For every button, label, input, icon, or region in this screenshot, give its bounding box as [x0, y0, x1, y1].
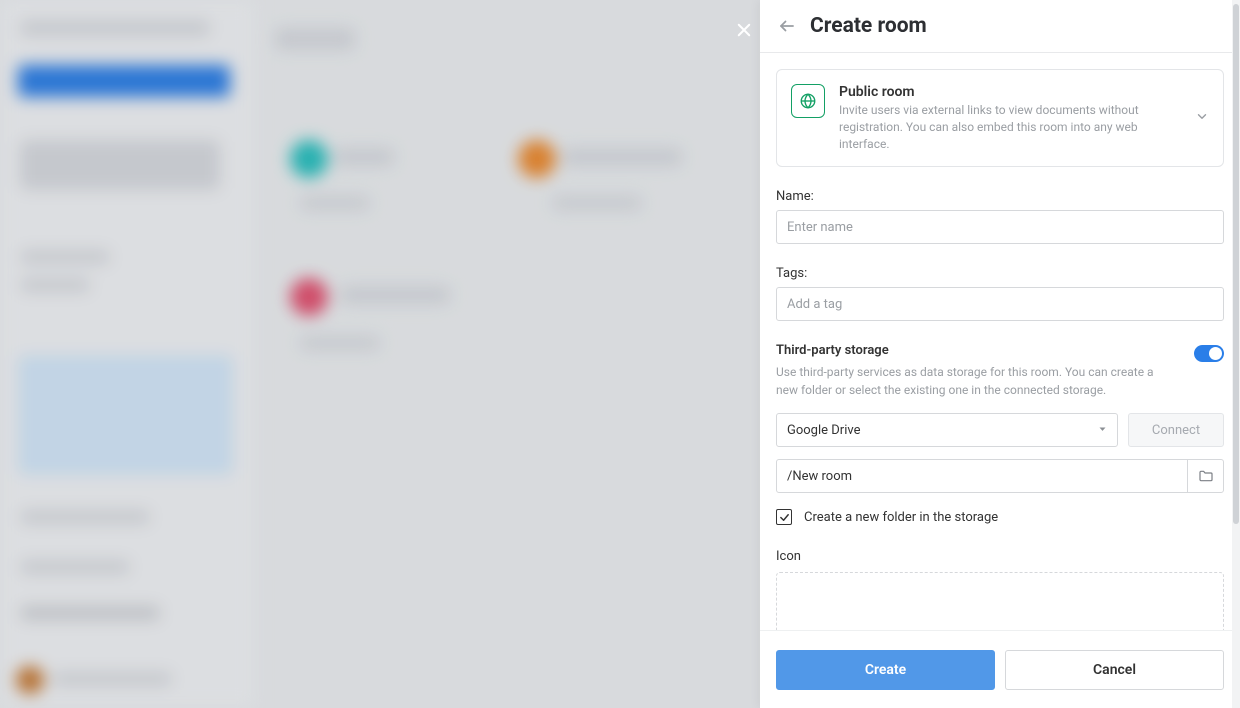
create-button-label: Create	[865, 662, 906, 678]
scrollbar-thumb[interactable]	[1233, 4, 1239, 524]
tags-input[interactable]	[776, 287, 1224, 321]
storage-provider-selected: Google Drive	[787, 423, 860, 438]
create-button[interactable]: Create	[776, 650, 995, 690]
name-label: Name:	[776, 189, 1224, 204]
scrollbar-track[interactable]	[1232, 0, 1240, 708]
globe-icon	[791, 84, 825, 118]
third-party-storage-toggle[interactable]	[1194, 345, 1224, 362]
caret-down-icon	[1098, 423, 1107, 438]
icon-section-label: Icon	[776, 549, 1224, 564]
storage-path-row	[776, 459, 1224, 493]
close-icon[interactable]	[732, 18, 756, 42]
room-name-input[interactable]	[776, 210, 1224, 244]
storage-path-input[interactable]	[777, 460, 1187, 492]
cancel-button-label: Cancel	[1093, 662, 1136, 678]
room-type-description: Invite users via external links to view …	[839, 102, 1179, 152]
connect-button-label: Connect	[1152, 423, 1200, 438]
third-party-storage-label: Third-party storage	[776, 343, 1178, 358]
connect-button[interactable]: Connect	[1128, 413, 1224, 447]
panel-header: Create room	[760, 0, 1240, 53]
room-type-card[interactable]: Public room Invite users via external li…	[776, 69, 1224, 167]
back-arrow-icon[interactable]	[776, 15, 798, 37]
create-new-folder-label: Create a new folder in the storage	[804, 510, 998, 525]
create-room-panel: Create room Public room Invite users via…	[760, 0, 1240, 708]
chevron-down-icon[interactable]	[1195, 109, 1209, 128]
storage-provider-select[interactable]: Google Drive	[776, 413, 1118, 447]
icon-dropzone[interactable]: Select new image or drop file here	[776, 572, 1224, 630]
third-party-storage-description: Use third-party services as data storage…	[776, 364, 1178, 399]
create-new-folder-checkbox[interactable]	[776, 509, 792, 525]
panel-body: Public room Invite users via external li…	[760, 53, 1240, 630]
tags-label: Tags:	[776, 266, 1224, 281]
panel-title: Create room	[810, 14, 927, 38]
folder-picker-button[interactable]	[1187, 460, 1223, 492]
cancel-button[interactable]: Cancel	[1005, 650, 1224, 690]
panel-footer: Create Cancel	[760, 630, 1240, 708]
room-type-title: Public room	[839, 84, 1179, 100]
